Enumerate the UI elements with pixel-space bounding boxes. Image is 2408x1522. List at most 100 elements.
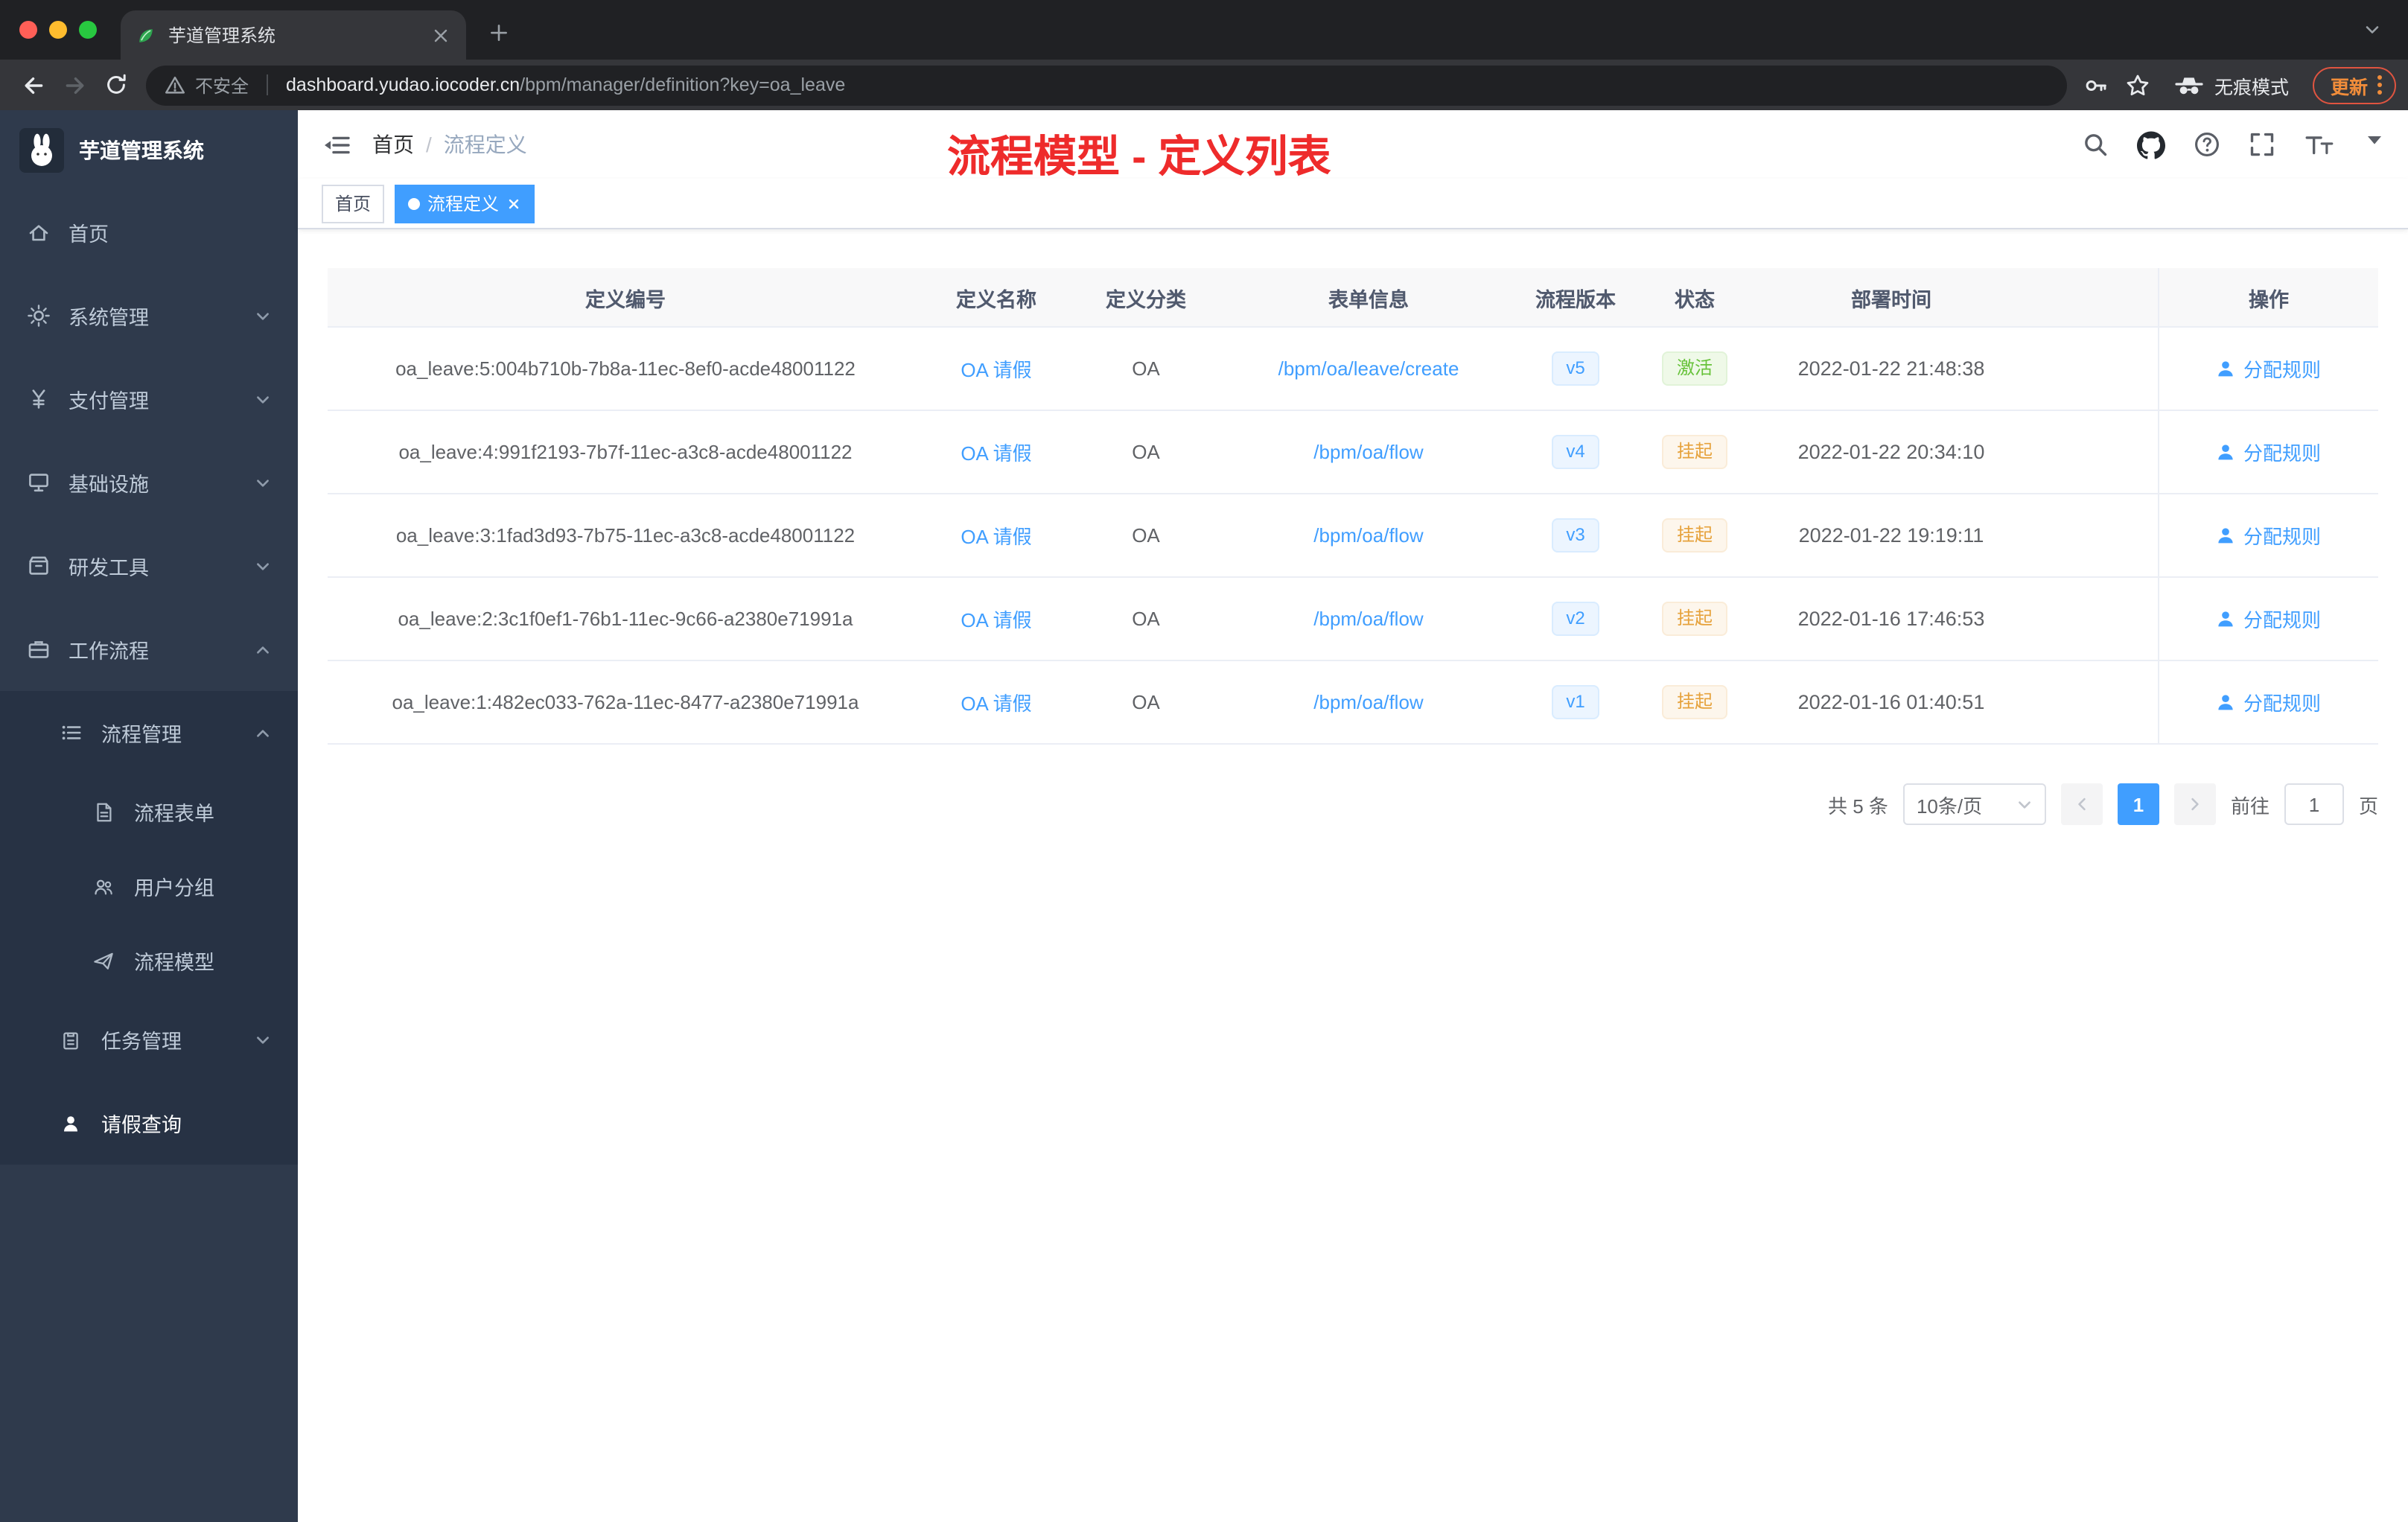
total-count: 共 5 条 [1828,795,1888,817]
form-link[interactable]: /bpm/oa/flow [1313,608,1423,630]
sidebar-item-home[interactable]: 首页 [0,191,298,274]
new-tab-button[interactable] [478,12,520,54]
form-link[interactable]: /bpm/oa/flow [1313,524,1423,547]
column-header: 定义分类 [1106,288,1186,311]
deploy-time: 2022-01-22 20:34:10 [1797,441,1985,463]
search-icon[interactable] [2082,131,2109,158]
definition-name-link[interactable]: OA 请假 [961,605,1031,633]
reload-button[interactable] [95,64,137,106]
definition-name-link[interactable]: OA 请假 [961,354,1031,383]
goto-page-input[interactable] [2284,783,2344,825]
app-navbar: 首页 / 流程定义 [298,110,2408,179]
minimize-window-button[interactable] [49,21,67,39]
sidebar-item-process-model[interactable]: 流程模型 [0,923,298,998]
sidebar-item-system[interactable]: 系统管理 [0,274,298,357]
briefcase-icon [27,637,51,661]
help-icon[interactable] [2194,131,2220,158]
chevron-up-icon [255,725,271,741]
form-link[interactable]: /bpm/oa/leave/create [1278,357,1459,380]
chevron-down-icon [255,1031,271,1048]
fullscreen-icon[interactable] [2249,131,2275,158]
sidebar-item-devtools[interactable]: 研发工具 [0,524,298,608]
column-header: 流程版本 [1535,288,1616,311]
definition-name-link[interactable]: OA 请假 [961,688,1031,716]
assign-rule-link[interactable]: 分配规则 [2217,354,2321,383]
breadcrumb-home[interactable]: 首页 [372,130,414,159]
maximize-window-button[interactable] [79,21,97,39]
row-spacer [2030,578,2158,660]
navbar-icons [2082,130,2384,159]
tag-close-icon[interactable] [506,196,521,211]
table-row: oa_leave:3:1fad3d93-7b75-11ec-a3c8-acde4… [328,494,2378,578]
tag-label: 流程定义 [427,194,500,214]
assign-rule-link[interactable]: 分配规则 [2217,688,2321,716]
current-page-button[interactable]: 1 [2117,783,2159,825]
form-link[interactable]: /bpm/oa/flow [1313,691,1423,713]
sidebar-item-payment[interactable]: 支付管理 [0,357,298,441]
form-link[interactable]: /bpm/oa/flow [1313,441,1423,463]
sidebar-item-infra[interactable]: 基础设施 [0,441,298,524]
sidebar-logo[interactable]: 芋道管理系统 [0,110,298,191]
prev-page-button[interactable] [2060,783,2103,825]
next-page-button[interactable] [2173,783,2216,825]
tab-search-chevron-icon[interactable] [2351,9,2393,51]
sidebar: 芋道管理系统 首页 系统管理 支付管理 基础设施 研发工具 工作流程 流程管理 … [0,110,298,1522]
browser-tab[interactable]: 芋道管理系统 [121,10,466,60]
back-button[interactable] [12,64,54,106]
tag-label: 首页 [335,194,372,214]
version-badge: v4 [1551,435,1600,469]
definition-name-link[interactable]: OA 请假 [961,438,1031,466]
forward-button[interactable] [54,64,95,106]
url-host: dashboard.yudao.iocoder.cn [286,74,520,95]
pagination: 共 5 条 10条/页 1 前往 页 [328,783,2378,825]
sidebar-item-label: 首页 [69,223,109,246]
sidebar-item-leave-query[interactable]: 请假查询 [0,1081,298,1165]
browser-update-button[interactable]: 更新 [2312,66,2396,104]
sidebar-item-label: 流程管理 [101,724,182,746]
column-header: 表单信息 [1328,288,1409,311]
assign-rule-link[interactable]: 分配规则 [2217,521,2321,550]
goto-label: 前往 [2230,795,2270,817]
sidebar-item-workflow[interactable]: 工作流程 [0,608,298,691]
home-icon [27,220,51,244]
column-header: 定义名称 [956,288,1036,311]
chevron-down-icon [2019,800,2030,808]
page-size-select[interactable]: 10条/页 [1902,783,2046,825]
main-area: 流程模型 - 定义列表 首页 / 流程定义 首页 流程定义 定义编号 定义名称 … [298,110,2408,1522]
chevron-down-icon [255,474,271,491]
sidebar-item-task-mgmt[interactable]: 任务管理 [0,998,298,1081]
caret-down-icon [2368,136,2381,144]
github-icon[interactable] [2137,130,2165,159]
definition-table: 定义编号 定义名称 定义分类 表单信息 流程版本 状态 部署时间 操作 oa_l… [328,268,2378,745]
definition-id: oa_leave:3:1fad3d93-7b75-11ec-a3c8-acde4… [395,524,856,547]
breadcrumb-separator: / [426,133,432,156]
hamburger-icon[interactable] [322,132,351,157]
sidebar-item-process-form[interactable]: 流程表单 [0,774,298,849]
security-warning-icon[interactable] [164,74,186,96]
status-badge: 挂起 [1661,518,1727,553]
chevron-down-icon [255,308,271,324]
column-header: 状态 [1675,288,1715,311]
sidebar-item-label: 系统管理 [69,307,149,329]
page-content: 定义编号 定义名称 定义分类 表单信息 流程版本 状态 部署时间 操作 oa_l… [298,229,2408,825]
paper-plane-icon [92,949,116,972]
address-bar[interactable]: 不安全 dashboard.yudao.iocoder.cn/bpm/manag… [146,65,2067,105]
sidebar-item-process-mgmt[interactable]: 流程管理 [0,691,298,774]
definition-id: oa_leave:4:991f2193-7b7f-11ec-a3c8-acde4… [398,441,853,463]
password-key-icon[interactable] [2076,64,2118,106]
close-window-button[interactable] [19,21,37,39]
breadcrumb: 首页 / 流程定义 [372,130,527,159]
app-shell: 芋道管理系统 首页 系统管理 支付管理 基础设施 研发工具 工作流程 流程管理 … [0,110,2408,1522]
tag-process-definition[interactable]: 流程定义 [395,184,535,223]
tab-close-icon[interactable] [430,25,451,45]
font-size-icon[interactable] [2304,132,2335,157]
clipboard-icon [60,1028,83,1051]
tag-home[interactable]: 首页 [322,184,385,223]
sidebar-item-user-group[interactable]: 用户分组 [0,849,298,923]
person-icon [2219,528,2234,544]
bookmark-star-icon[interactable] [2118,64,2159,106]
assign-rule-link[interactable]: 分配规则 [2217,605,2321,633]
incognito-icon [2174,74,2204,96]
definition-name-link[interactable]: OA 请假 [961,521,1031,550]
assign-rule-link[interactable]: 分配规则 [2217,438,2321,466]
